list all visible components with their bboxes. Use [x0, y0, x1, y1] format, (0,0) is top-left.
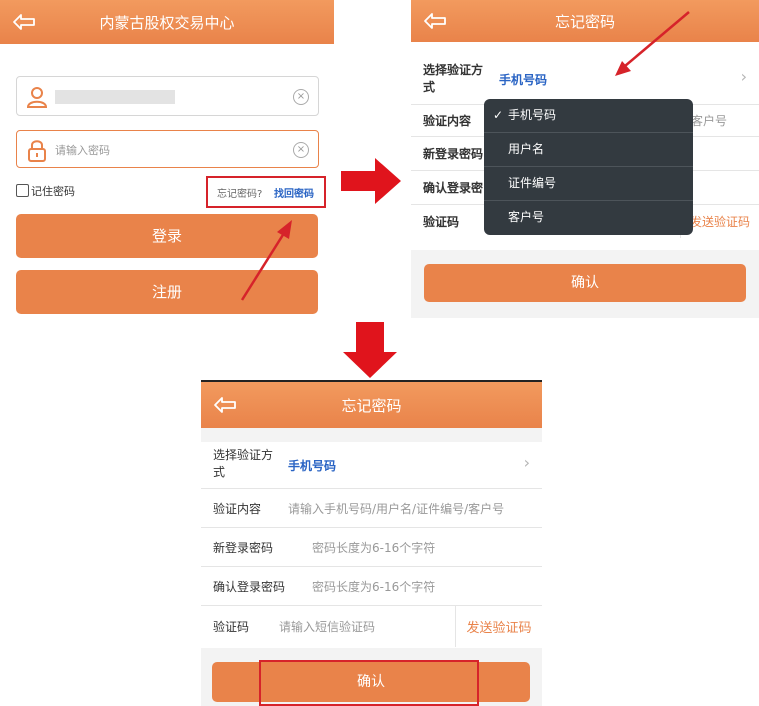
dropdown-option[interactable]: ✓ 手机号码 — [484, 99, 693, 133]
form-area: 选择验证方式 手机号码 › 验证内容 请输入手机号码/用户名/证件编号/客户号 … — [201, 442, 542, 648]
down-flow-arrow-icon — [343, 322, 397, 378]
method-value: 手机号码 — [288, 459, 337, 473]
confirm-button-highlight — [259, 660, 479, 706]
password-field[interactable]: 请输入密码 × — [16, 130, 319, 168]
password-placeholder: 请输入密码 — [55, 144, 110, 157]
right-flow-arrow-icon — [341, 158, 401, 204]
forgot-title: 忘记密码 — [554, 12, 615, 31]
forgot-dropdown-screen: 忘记密码 选择验证方式 手机号码 › 验证内容 客户号 新登录密码 确认登录密 … — [411, 0, 759, 318]
method-value: 手机号码 — [499, 73, 548, 87]
check-icon: ✓ — [493, 108, 504, 122]
confirm-button[interactable]: 确认 — [424, 264, 746, 302]
content-label: 验证内容 — [423, 114, 472, 128]
code-label: 验证码 — [423, 215, 460, 229]
confirmpwd-input[interactable]: 密码长度为6-16个字符 — [312, 578, 435, 595]
clear-icon[interactable]: × — [293, 142, 309, 158]
content-row[interactable]: 验证内容 请输入手机号码/用户名/证件编号/客户号 — [201, 488, 542, 528]
send-code-button[interactable]: 发送验证码 — [455, 605, 542, 647]
dropdown-option[interactable]: 客户号 — [484, 201, 693, 234]
forgot-title: 忘记密码 — [341, 396, 402, 415]
login-header: 内蒙古股权交易中心 — [0, 0, 334, 44]
confirmpwd-row[interactable]: 确认登录密码 密码长度为6-16个字符 — [201, 566, 542, 606]
forgot-header: 忘记密码 — [411, 0, 759, 42]
method-dropdown: ✓ 手机号码 用户名 证件编号 客户号 — [484, 99, 693, 235]
login-screen: 内蒙古股权交易中心 × 请输入密码 × 记住密码 忘记密码? 找回密码 登录 注… — [0, 0, 334, 318]
forgot-header: 忘记密码 — [201, 382, 542, 428]
back-arrow-icon[interactable] — [12, 13, 36, 31]
remember-checkbox[interactable] — [16, 184, 29, 197]
newpwd-label: 新登录密码 — [423, 147, 484, 161]
recover-link-highlight — [206, 176, 326, 208]
login-button[interactable]: 登录 — [16, 214, 318, 258]
content-input[interactable]: 请输入手机号码/用户名/证件编号/客户号 — [288, 500, 504, 517]
login-title: 内蒙古股权交易中心 — [99, 13, 235, 32]
content-label: 验证内容 — [213, 502, 262, 516]
dropdown-option[interactable]: 用户名 — [484, 133, 693, 167]
confirmpwd-label: 确认登录密 — [423, 181, 484, 195]
username-masked-value — [55, 90, 175, 104]
lock-icon — [28, 140, 46, 162]
confirmpwd-label: 确认登录密码 — [213, 580, 286, 594]
code-label: 验证码 — [213, 620, 250, 634]
content-partial-value: 客户号 — [691, 114, 728, 128]
forgot-form-screen: 忘记密码 选择验证方式 手机号码 › 验证内容 请输入手机号码/用户名/证件编号… — [201, 380, 542, 706]
code-row[interactable]: 验证码 请输入短信验证码 发送验证码 — [201, 605, 542, 647]
user-icon — [26, 87, 48, 108]
username-field[interactable]: × — [16, 76, 319, 116]
method-label: 选择验证方式 — [423, 63, 484, 94]
newpwd-row[interactable]: 新登录密码 密码长度为6-16个字符 — [201, 527, 542, 567]
method-row[interactable]: 选择验证方式 手机号码 › — [411, 56, 759, 105]
newpwd-input[interactable]: 密码长度为6-16个字符 — [312, 539, 435, 556]
back-arrow-icon[interactable] — [423, 12, 447, 30]
method-row[interactable]: 选择验证方式 手机号码 › — [201, 442, 542, 489]
register-button[interactable]: 注册 — [16, 270, 318, 314]
clear-icon[interactable]: × — [293, 89, 309, 105]
remember-label: 记住密码 — [31, 185, 75, 198]
chevron-right-icon: › — [523, 453, 530, 472]
chevron-right-icon: › — [740, 67, 747, 86]
newpwd-label: 新登录密码 — [213, 541, 274, 555]
dropdown-option[interactable]: 证件编号 — [484, 167, 693, 201]
method-label: 选择验证方式 — [213, 448, 274, 479]
back-arrow-icon[interactable] — [213, 396, 237, 414]
code-input[interactable]: 请输入短信验证码 — [279, 618, 375, 635]
